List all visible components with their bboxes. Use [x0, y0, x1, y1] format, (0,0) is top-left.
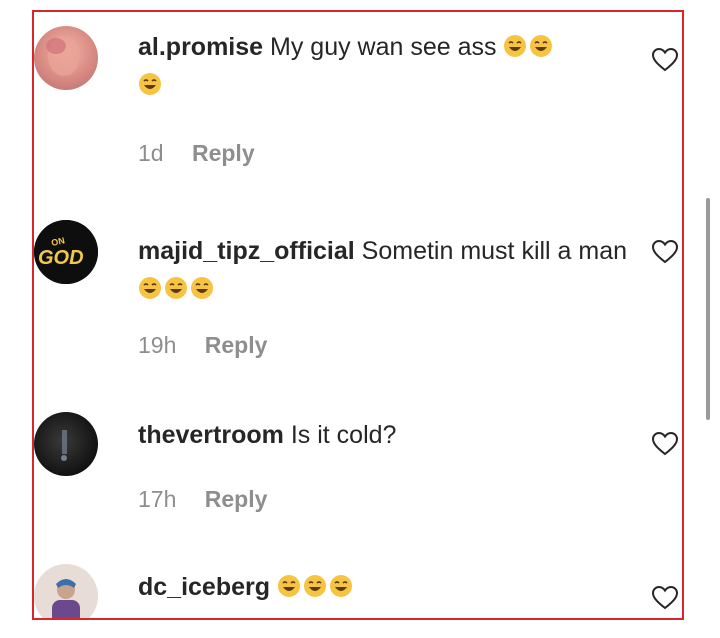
heart-icon[interactable]: [651, 47, 679, 72]
comment-body: Sometin must kill a man: [361, 237, 628, 265]
comment-timestamp: 1d: [138, 140, 164, 166]
comments-panel: al.promise My guy wan see ass 1d Reply O…: [32, 10, 684, 620]
scrollbar[interactable]: [706, 198, 710, 420]
reply-button[interactable]: Reply: [205, 486, 268, 512]
comment-text: thevertroom Is it cold?: [138, 416, 638, 454]
comment-username[interactable]: thevertroom: [138, 421, 284, 449]
avatar[interactable]: ON GOD: [34, 220, 98, 284]
laughing-emoji-icon: [303, 571, 327, 597]
heart-icon[interactable]: [651, 431, 679, 456]
comment-meta: 1d Reply: [138, 140, 255, 167]
avatar[interactable]: [34, 26, 98, 90]
laughing-emoji-icon: [164, 273, 188, 299]
comment-text: al.promise My guy wan see ass: [138, 28, 638, 104]
laughing-emoji-icon: [529, 31, 553, 57]
avatar[interactable]: [34, 412, 98, 476]
comment-timestamp: 19h: [138, 332, 177, 358]
heart-icon[interactable]: [651, 585, 679, 610]
comment-meta: 17h Reply: [138, 486, 267, 513]
comment-meta: 19h Reply: [138, 332, 267, 359]
laughing-emoji-icon: [503, 31, 527, 57]
comment-username[interactable]: dc_iceberg: [138, 573, 270, 601]
comment-text: dc_iceberg: [138, 568, 638, 606]
comment-username[interactable]: al.promise: [138, 33, 263, 61]
heart-icon[interactable]: [651, 239, 679, 264]
laughing-emoji-icon: [190, 273, 214, 299]
avatar-logo-text-bottom: GOD: [38, 247, 84, 269]
laughing-emoji-icon: [329, 571, 353, 597]
comment-body: Is it cold?: [290, 421, 397, 449]
comment-username[interactable]: majid_tipz_official: [138, 237, 355, 265]
avatar[interactable]: [34, 564, 98, 618]
reply-button[interactable]: Reply: [192, 140, 255, 166]
comment-body: My guy wan see ass: [270, 33, 497, 61]
laughing-emoji-icon: [277, 571, 301, 597]
comment-timestamp: 17h: [138, 486, 177, 512]
reply-button[interactable]: Reply: [205, 332, 268, 358]
comment-text: majid_tipz_official Sometin must kill a …: [138, 232, 638, 308]
laughing-emoji-icon: [138, 273, 162, 299]
laughing-emoji-icon: [138, 69, 162, 95]
